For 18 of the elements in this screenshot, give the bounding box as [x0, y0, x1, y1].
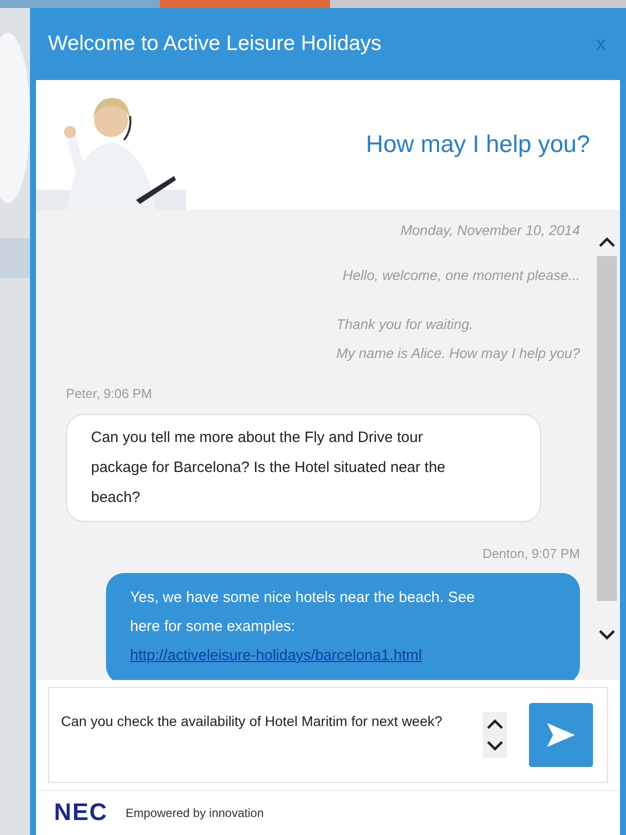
system-message: Hello, welcome, one moment please...: [342, 266, 580, 285]
system-message: My name is Alice. How may I help you?: [336, 344, 580, 363]
send-icon: [546, 722, 576, 748]
scroll-up-icon[interactable]: [598, 236, 616, 248]
message-composer[interactable]: Can you check the availability of Hotel Maritim for next week?: [48, 687, 608, 783]
send-button[interactable]: [529, 703, 593, 767]
chat-date: Monday, November 10, 2014: [400, 221, 580, 240]
message-text: Yes, we have some nice hotels near the beach. See here for some examples:: [130, 588, 476, 637]
sender-time: Denton, 9:07 PM: [482, 544, 580, 562]
system-message: Thank you for waiting.: [336, 315, 474, 334]
brand-logo: NEC: [54, 798, 108, 828]
sender-time: Peter, 9:06 PM: [66, 385, 153, 403]
slogan: Empowered by innovation: [126, 805, 264, 822]
greeting-heading: How may I help you?: [366, 130, 590, 160]
window-title: Welcome to Active Leisure Holidays: [48, 31, 382, 58]
scroll-down-icon[interactable]: [598, 629, 616, 641]
message-bubble: Can you tell me more about the Fly and Drive tour package for Barcelona? Is the Hotel situated near the beach?: [66, 414, 541, 522]
spinner-arrows-icon[interactable]: [483, 712, 507, 758]
